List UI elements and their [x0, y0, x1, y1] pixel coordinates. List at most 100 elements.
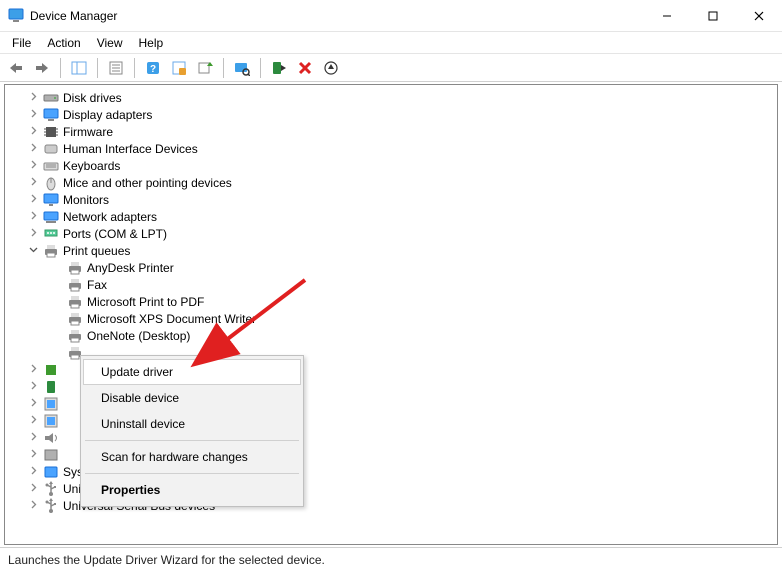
tree-node-label: Disk drives [63, 91, 122, 105]
ctx-disable-device[interactable]: Disable device [83, 385, 301, 411]
expand-icon[interactable] [27, 500, 39, 511]
titlebar: Device Manager [0, 0, 782, 32]
tree-node-label: Keyboards [63, 159, 120, 173]
toolbar-refresh-button[interactable] [167, 56, 191, 80]
menu-action[interactable]: Action [39, 34, 88, 52]
menu-view[interactable]: View [89, 34, 131, 52]
expand-icon[interactable] [27, 432, 39, 443]
ctx-properties[interactable]: Properties [83, 477, 301, 503]
expand-icon[interactable] [27, 109, 39, 120]
tree-node[interactable]: Display adapters [5, 106, 777, 123]
expand-icon[interactable] [27, 126, 39, 137]
tree-node[interactable]: Print queues [5, 242, 777, 259]
collapse-icon[interactable] [27, 245, 39, 256]
tree-node[interactable]: Monitors [5, 191, 777, 208]
tree-node[interactable]: Mice and other pointing devices [5, 174, 777, 191]
chip-icon [43, 124, 59, 140]
tree-node[interactable]: Ports (COM & LPT) [5, 225, 777, 242]
tree-child-node[interactable]: Microsoft XPS Document Writer [5, 310, 777, 327]
expand-icon[interactable] [27, 143, 39, 154]
network-icon [43, 209, 59, 225]
sound-icon [43, 430, 59, 446]
tree-node[interactable]: Disk drives [5, 89, 777, 106]
maximize-button[interactable] [690, 0, 736, 32]
toolbar-update-driver-button[interactable] [193, 56, 217, 80]
ctx-scan-changes[interactable]: Scan for hardware changes [83, 444, 301, 470]
tree-child-node[interactable]: Fax [5, 276, 777, 293]
toolbar-properties-button[interactable] [104, 56, 128, 80]
toolbar-separator [260, 58, 261, 78]
toolbar-showhide-button[interactable] [67, 56, 91, 80]
printer-icon [67, 328, 83, 344]
expand-icon[interactable] [27, 177, 39, 188]
statusbar: Launches the Update Driver Wizard for th… [0, 547, 782, 571]
tree-node[interactable]: Keyboards [5, 157, 777, 174]
tree-node-label: Monitors [63, 193, 109, 207]
tree-child-node[interactable]: OneNote (Desktop) [5, 327, 777, 344]
toolbar-separator [97, 58, 98, 78]
keyboard-icon [43, 158, 59, 174]
expand-icon[interactable] [27, 211, 39, 222]
tree-node-label: Human Interface Devices [63, 142, 198, 156]
expand-icon[interactable] [27, 228, 39, 239]
disk-icon [43, 90, 59, 106]
tree-child-label: Microsoft Print to PDF [87, 295, 204, 309]
expand-icon[interactable] [27, 449, 39, 460]
tree-child-label: Fax [87, 278, 107, 292]
tree-node[interactable]: Network adapters [5, 208, 777, 225]
menubar: File Action View Help [0, 32, 782, 54]
menu-file[interactable]: File [4, 34, 39, 52]
expand-icon[interactable] [27, 92, 39, 103]
tree-node-label: Mice and other pointing devices [63, 176, 232, 190]
printer-icon [67, 277, 83, 293]
expand-icon[interactable] [27, 398, 39, 409]
expand-icon[interactable] [27, 194, 39, 205]
processor-icon [43, 362, 59, 378]
expand-icon[interactable] [27, 415, 39, 426]
svg-text:?: ? [150, 64, 156, 75]
expand-icon[interactable] [27, 364, 39, 375]
software-icon [43, 396, 59, 412]
expand-icon[interactable] [27, 466, 39, 477]
toolbar-more-button[interactable] [319, 56, 343, 80]
monitor-icon [43, 192, 59, 208]
printer-icon [67, 294, 83, 310]
toolbar-uninstall-button[interactable] [293, 56, 317, 80]
expand-icon[interactable] [27, 160, 39, 171]
tree-child-label: Microsoft XPS Document Writer [87, 312, 256, 326]
context-menu: Update driver Disable device Uninstall d… [80, 355, 304, 507]
window-title: Device Manager [30, 9, 644, 23]
toolbar-separator [134, 58, 135, 78]
close-button[interactable] [736, 0, 782, 32]
toolbar-scan-button[interactable] [230, 56, 254, 80]
tree-node[interactable]: Human Interface Devices [5, 140, 777, 157]
toolbar-separator [223, 58, 224, 78]
security-icon [43, 379, 59, 395]
printer-icon [67, 260, 83, 276]
ctx-update-driver[interactable]: Update driver [83, 359, 301, 385]
tree-node-label: Display adapters [63, 108, 152, 122]
ctx-uninstall-device[interactable]: Uninstall device [83, 411, 301, 437]
window-controls [644, 0, 782, 32]
menu-help[interactable]: Help [131, 34, 172, 52]
toolbar-help-button[interactable]: ? [141, 56, 165, 80]
toolbar: ? [0, 54, 782, 82]
tree-child-node[interactable]: AnyDesk Printer [5, 259, 777, 276]
mouse-icon [43, 175, 59, 191]
printer-icon [43, 243, 59, 259]
tree-node-label: Network adapters [63, 210, 157, 224]
minimize-button[interactable] [644, 0, 690, 32]
tree-child-node[interactable]: Microsoft Print to PDF [5, 293, 777, 310]
tree-node[interactable]: Firmware [5, 123, 777, 140]
tree-child-label: OneNote (Desktop) [87, 329, 190, 343]
tree-node-label: Ports (COM & LPT) [63, 227, 167, 241]
toolbar-forward-button[interactable] [30, 56, 54, 80]
expand-icon[interactable] [27, 381, 39, 392]
toolbar-disable-button[interactable] [267, 56, 291, 80]
tree-node-label: Print queues [63, 244, 130, 258]
display-icon [43, 107, 59, 123]
expand-icon[interactable] [27, 483, 39, 494]
hid-icon [43, 141, 59, 157]
app-icon [8, 8, 24, 24]
toolbar-back-button[interactable] [4, 56, 28, 80]
